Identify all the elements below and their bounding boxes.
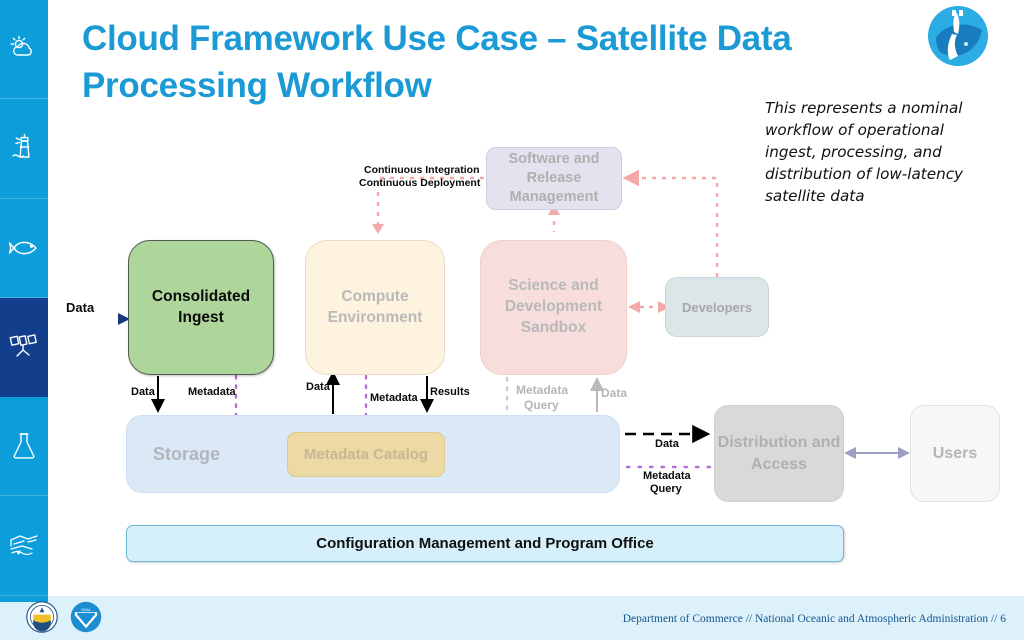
- footer-org1: Department of Commerce: [622, 613, 743, 625]
- node-label: Metadata Catalog: [303, 446, 429, 463]
- weather-icon: [9, 35, 39, 63]
- edge-label-compute-metadata: Metadata: [370, 392, 418, 404]
- edge-developers-srm: [622, 169, 719, 277]
- edge-label-continuous-deployment: Continuous Deployment: [359, 177, 481, 189]
- sidebar-item-coasts[interactable]: [0, 99, 48, 199]
- page-title: Cloud Framework Use Case – Satellite Dat…: [82, 19, 792, 105]
- node-label: Consolidated Ingest: [151, 287, 251, 326]
- edge-label-sandbox-metadata: Metadata: [516, 383, 569, 397]
- sidebar-item-satellites[interactable]: [0, 297, 48, 398]
- node-label: Compute Environment: [327, 287, 423, 326]
- sidebar-item-weather[interactable]: [0, 0, 48, 100]
- node-label: Developers: [681, 299, 753, 315]
- satellite-icon: [8, 334, 40, 360]
- svg-text:NOAA: NOAA: [81, 608, 91, 612]
- node-label: Distribution and Access: [717, 433, 841, 473]
- noaa-logo-icon: [928, 6, 988, 66]
- edge-label-ingest-metadata: Metadata: [188, 386, 236, 398]
- node-science-development-sandbox[interactable]: Science and Development Sandbox: [480, 240, 627, 375]
- sidebar-item-research[interactable]: [0, 397, 48, 497]
- edge-label-distribution-metadata: Metadata: [643, 470, 691, 482]
- edge-label-ingest-data: Data: [131, 386, 155, 398]
- edge-label-distribution-query: Query: [650, 483, 682, 495]
- edge-label-sandbox-query: Query: [524, 398, 559, 412]
- edge-sandbox-developers: [628, 301, 670, 313]
- lighthouse-icon: [9, 133, 39, 163]
- node-label: Configuration Management and Program Off…: [316, 535, 654, 552]
- footer-org2: National Oceanic and Atmospheric Adminis…: [754, 613, 989, 625]
- footer-sep-2: //: [990, 613, 998, 625]
- charting-icon: [8, 533, 40, 559]
- node-compute-environment[interactable]: Compute Environment: [305, 240, 445, 375]
- department-of-commerce-seal-icon: [26, 601, 58, 633]
- edge-label-distribution-data: Data: [655, 438, 679, 450]
- node-label: Storage: [153, 443, 221, 464]
- edge-label-data-in: Data: [66, 300, 95, 315]
- node-distribution-and-access[interactable]: Distribution and Access: [714, 405, 844, 502]
- sidebar-item-fisheries[interactable]: [0, 199, 48, 298]
- node-label: Software and Release Management: [508, 151, 600, 205]
- footer-text: Department of Commerce // National Ocean…: [623, 613, 1006, 625]
- node-consolidated-ingest[interactable]: Consolidated Ingest: [128, 240, 274, 375]
- node-label: Users: [932, 444, 978, 462]
- edge-label-compute-results: Results: [430, 386, 470, 398]
- edge-label-compute-data: Data: [306, 381, 330, 393]
- node-software-release-management[interactable]: Software and Release Management: [486, 147, 622, 210]
- node-users[interactable]: Users: [910, 405, 1000, 502]
- edge-label-sandbox-data: Data: [601, 386, 628, 400]
- edge-distribution-users: [844, 447, 910, 459]
- footer-sep-1: //: [745, 613, 753, 625]
- node-metadata-catalog[interactable]: Metadata Catalog: [287, 432, 445, 477]
- sidebar-item-charting[interactable]: [0, 496, 48, 596]
- noaa-seal-icon: NOAA: [70, 601, 102, 633]
- footer-page-number: 6: [1000, 613, 1006, 625]
- fish-icon: [8, 237, 40, 259]
- caption-text: This represents a nominal workflow of op…: [765, 99, 964, 206]
- node-developers[interactable]: Developers: [665, 277, 769, 337]
- node-configuration-management-program-office[interactable]: Configuration Management and Program Off…: [126, 525, 844, 562]
- node-label: Science and Development Sandbox: [504, 277, 603, 336]
- edge-label-continuous-integration: Continuous Integration: [364, 164, 480, 176]
- flask-icon: [11, 432, 37, 460]
- left-sidebar: [0, 0, 48, 596]
